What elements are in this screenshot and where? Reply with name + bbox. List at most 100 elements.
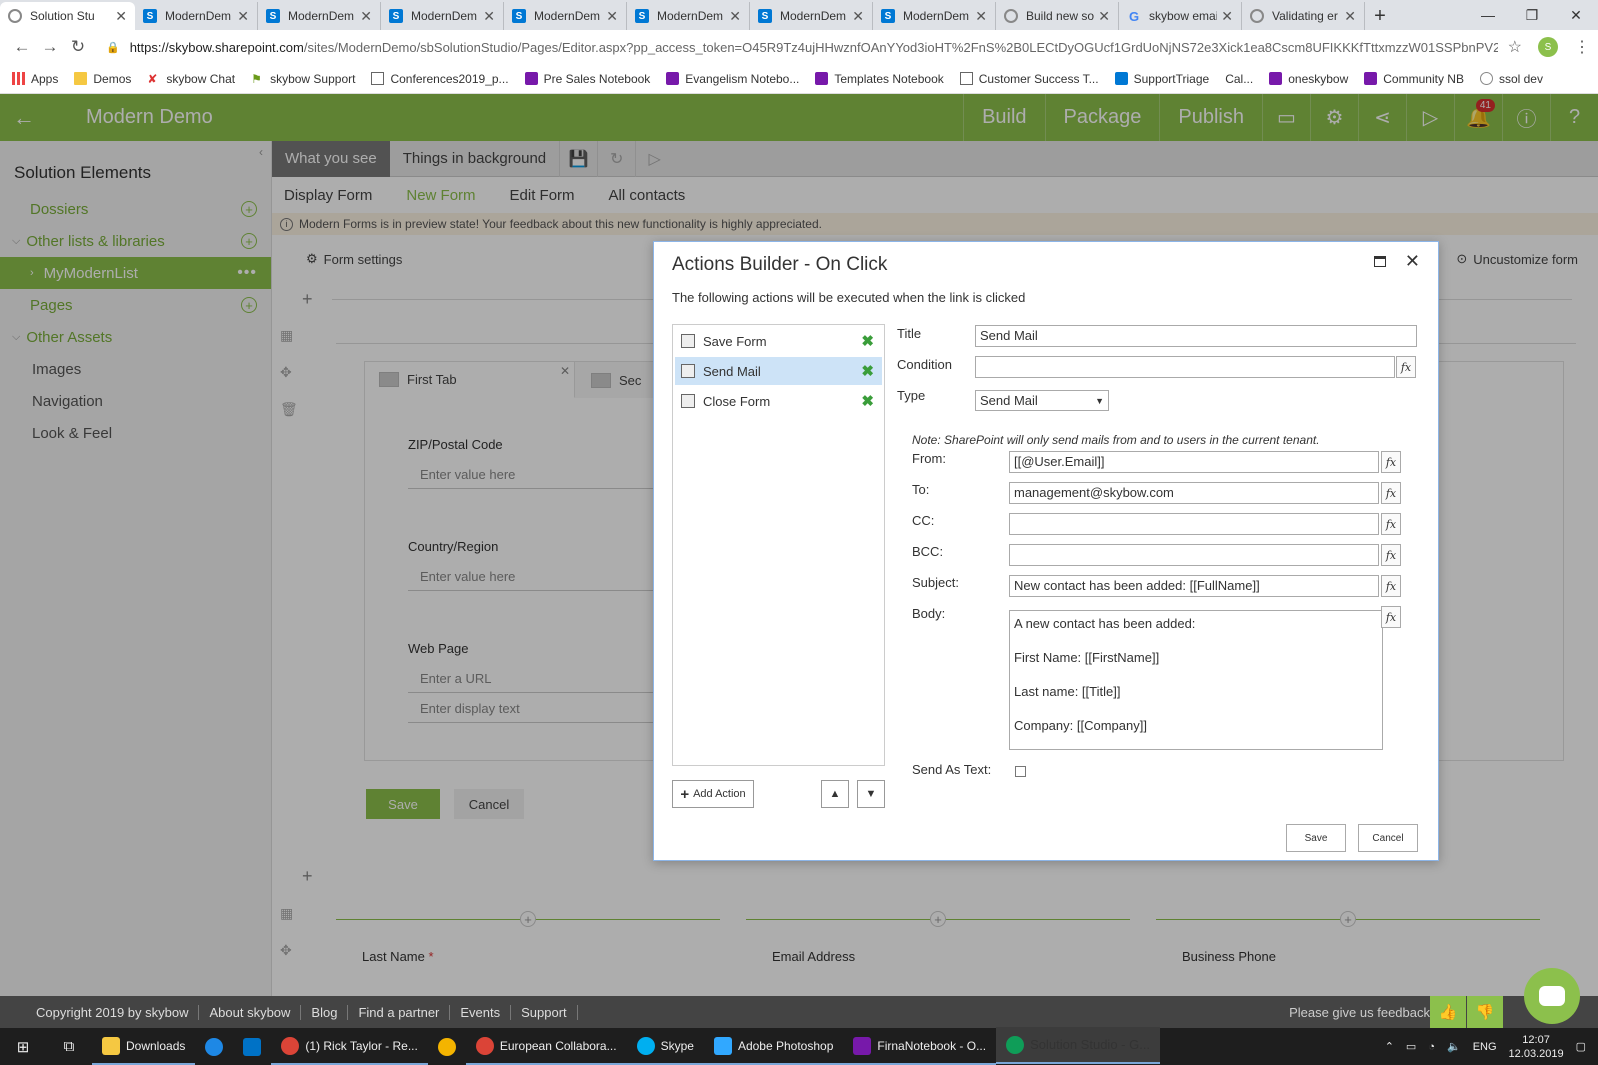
close-icon[interactable]: ✕: [360, 8, 372, 25]
taskbar-item-skype[interactable]: Skype: [626, 1028, 704, 1065]
browser-tab[interactable]: Build new sol ✕: [996, 2, 1119, 30]
to-input[interactable]: management@skybow.com: [1009, 482, 1379, 504]
windows-start-icon[interactable]: ⊞: [0, 1038, 46, 1056]
footer-link[interactable]: Events: [450, 1004, 512, 1020]
battery-icon[interactable]: ▭: [1406, 1040, 1416, 1053]
taskbar-item-chrome-rick[interactable]: (1) Rick Taylor - Re...: [271, 1028, 428, 1065]
footer-link[interactable]: Blog: [301, 1004, 349, 1020]
delete-icon[interactable]: ✖: [861, 392, 874, 410]
list-item[interactable]: Send Mail ✖: [675, 357, 882, 385]
browser-tab[interactable]: S ModernDem ✕: [504, 2, 627, 30]
type-select[interactable]: Send Mail ▼: [975, 390, 1109, 411]
url-input[interactable]: 🔒 https://skybow.sharepoint.com/sites/Mo…: [106, 33, 1498, 61]
browser-tab[interactable]: Solution Stu ✕: [0, 2, 135, 30]
subject-input[interactable]: New contact has been added: [[FullName]]: [1009, 575, 1379, 597]
close-icon[interactable]: ✕: [606, 8, 618, 25]
star-icon[interactable]: ☆: [1508, 37, 1522, 57]
formula-icon[interactable]: fx: [1381, 482, 1401, 504]
wifi-icon[interactable]: ◔: [1428, 1041, 1435, 1053]
footer-link[interactable]: Support: [511, 1004, 578, 1020]
thumbs-up-icon[interactable]: 👍: [1430, 996, 1466, 1028]
formula-icon[interactable]: fx: [1396, 356, 1416, 378]
close-icon[interactable]: ✕: [1344, 8, 1356, 25]
taskbar-item-outlook[interactable]: [233, 1028, 271, 1065]
move-up-button[interactable]: ▲: [821, 780, 849, 808]
condition-input[interactable]: [975, 356, 1395, 378]
close-icon[interactable]: ✕: [852, 8, 864, 25]
taskbar-item-european[interactable]: European Collabora...: [465, 1028, 627, 1065]
footer-link[interactable]: Find a partner: [348, 1004, 451, 1020]
browser-tab[interactable]: Gskybow emai ✕: [1119, 2, 1242, 30]
footer-link[interactable]: About skybow: [199, 1004, 302, 1020]
maximize-icon[interactable]: ❐: [1510, 0, 1554, 30]
bookmark[interactable]: ⚑ skybow Support: [251, 72, 355, 87]
bookmark[interactable]: Cal...: [1225, 72, 1253, 86]
reload-icon[interactable]: ↻: [64, 37, 92, 57]
bookmark[interactable]: ✘ skybow Chat: [147, 72, 235, 87]
dialog-cancel-button[interactable]: Cancel: [1358, 824, 1418, 852]
delete-icon[interactable]: ✖: [861, 332, 874, 350]
body-textarea[interactable]: A new contact has been added: First Name…: [1009, 610, 1383, 750]
forward-icon[interactable]: →: [36, 37, 64, 57]
bcc-input[interactable]: [1009, 544, 1379, 566]
close-icon[interactable]: ✕: [115, 8, 127, 25]
cc-input[interactable]: [1009, 513, 1379, 535]
title-input[interactable]: Send Mail: [975, 325, 1417, 347]
close-icon[interactable]: ✕: [1405, 251, 1420, 272]
close-window-icon[interactable]: ✕: [1554, 0, 1598, 30]
browser-tab[interactable]: Validating er ✕: [1242, 2, 1365, 30]
close-icon[interactable]: ✕: [1098, 8, 1110, 25]
browser-tab[interactable]: S ModernDem ✕: [258, 2, 381, 30]
browser-tab[interactable]: S ModernDem ✕: [750, 2, 873, 30]
back-icon[interactable]: ←: [8, 37, 36, 57]
list-item[interactable]: Save Form ✖: [675, 327, 882, 355]
formula-icon[interactable]: fx: [1381, 575, 1401, 597]
taskbar-item-onenote[interactable]: FirnaNotebook - O...: [843, 1028, 997, 1065]
taskbar-item-downloads[interactable]: Downloads: [92, 1028, 196, 1065]
notifications-icon[interactable]: ▢: [1576, 1040, 1586, 1053]
thumbs-down-icon[interactable]: 👎: [1467, 996, 1503, 1028]
minimize-icon[interactable]: —: [1466, 0, 1510, 30]
browser-tab[interactable]: S ModernDem ✕: [381, 2, 504, 30]
close-icon[interactable]: ✕: [975, 8, 987, 25]
bookmark[interactable]: Demos: [74, 72, 131, 86]
add-action-button[interactable]: + Add Action: [672, 780, 754, 808]
taskbar-item-edge[interactable]: [195, 1028, 233, 1065]
close-icon[interactable]: ✕: [1221, 8, 1233, 25]
dialog-save-button[interactable]: Save: [1286, 824, 1346, 852]
bookmark[interactable]: Apps: [12, 72, 58, 86]
formula-icon[interactable]: fx: [1381, 513, 1401, 535]
close-icon[interactable]: ✕: [483, 8, 495, 25]
browser-tab[interactable]: S ModernDem ✕: [873, 2, 996, 30]
language-indicator[interactable]: ENG: [1473, 1041, 1497, 1053]
chat-bubble-button[interactable]: [1524, 968, 1580, 1024]
new-tab-button[interactable]: +: [1365, 2, 1395, 30]
volume-icon[interactable]: 🔈: [1447, 1040, 1461, 1053]
formula-icon[interactable]: fx: [1381, 544, 1401, 566]
formula-icon[interactable]: fx: [1381, 606, 1401, 628]
bookmark[interactable]: Conferences2019_p...: [371, 72, 509, 86]
profile-avatar[interactable]: S: [1538, 37, 1558, 57]
bookmark[interactable]: ssol dev: [1479, 72, 1543, 86]
taskbar-item-solution-studio[interactable]: Solution Studio - G...: [996, 1027, 1161, 1064]
chevron-up-icon[interactable]: ⌃: [1385, 1040, 1394, 1053]
list-item[interactable]: Close Form ✖: [675, 387, 882, 415]
from-input[interactable]: [[@User.Email]]: [1009, 451, 1379, 473]
bookmark[interactable]: Community NB: [1364, 72, 1464, 86]
maximize-icon[interactable]: [1374, 256, 1386, 267]
bookmark[interactable]: Templates Notebook: [815, 72, 944, 86]
browser-tab[interactable]: S ModernDem ✕: [135, 2, 258, 30]
taskbar-item-photoshop[interactable]: Adobe Photoshop: [703, 1028, 844, 1065]
bookmark[interactable]: SupportTriage: [1114, 72, 1209, 86]
close-icon[interactable]: ✕: [729, 8, 741, 25]
bookmark[interactable]: Pre Sales Notebook: [524, 72, 650, 86]
task-view-icon[interactable]: ⧉: [46, 1038, 92, 1055]
bookmark[interactable]: Customer Success T...: [959, 72, 1099, 86]
move-down-button[interactable]: ▼: [857, 780, 885, 808]
delete-icon[interactable]: ✖: [861, 362, 874, 380]
menu-icon[interactable]: ⋮: [1574, 37, 1590, 57]
taskbar-item-chrome[interactable]: [428, 1028, 466, 1065]
formula-icon[interactable]: fx: [1381, 451, 1401, 473]
bookmark[interactable]: Evangelism Notebo...: [666, 72, 799, 86]
clock[interactable]: 12:07 12.03.2019: [1509, 1033, 1564, 1061]
